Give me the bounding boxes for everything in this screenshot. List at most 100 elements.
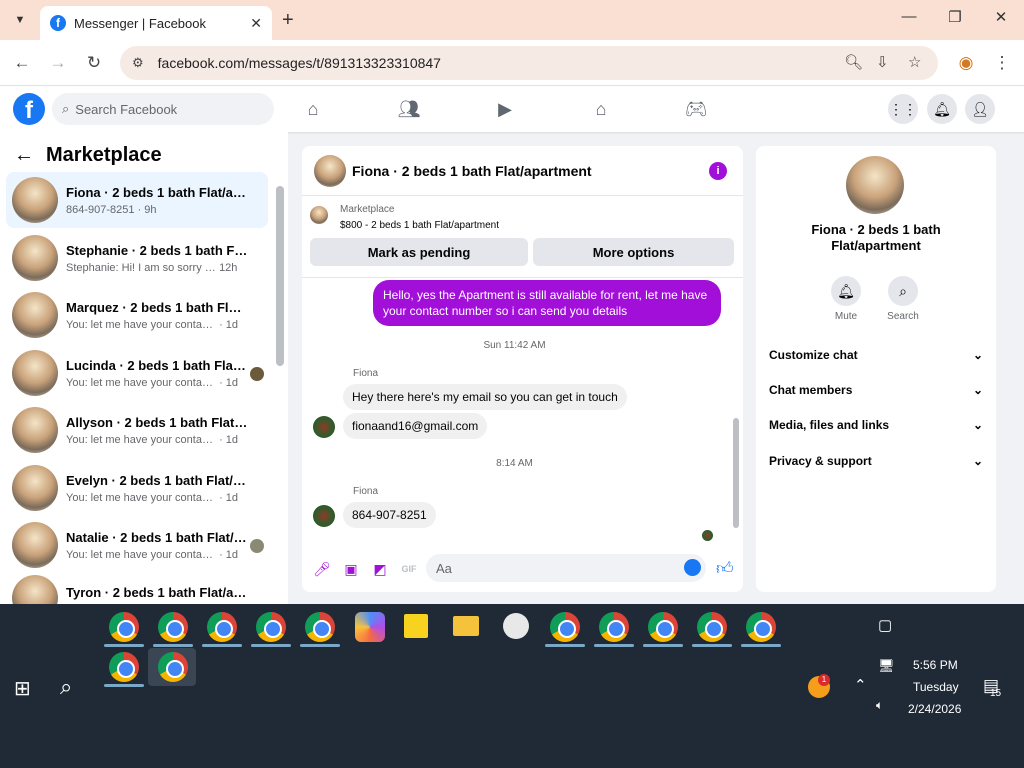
volume-icon[interactable]: 🔈︎: [876, 698, 883, 713]
facebook-logo-icon[interactable]: f: [13, 93, 45, 125]
chrome-app-icon[interactable]: [550, 612, 580, 642]
back-button[interactable]: ←: [11, 53, 33, 73]
conversation-time: · 1d: [219, 376, 239, 389]
sticky-notes-app-icon[interactable]: [404, 614, 428, 638]
sender-avatar[interactable]: [313, 416, 335, 438]
mute-button[interactable]: 🔔︎ Mute: [826, 276, 866, 322]
chrome-app-icon[interactable]: [746, 612, 776, 642]
chrome-app-icon[interactable]: [109, 612, 139, 642]
listing-title[interactable]: $800 - 2 beds 1 bath Flat/apartment: [340, 220, 499, 231]
reload-button[interactable]: ↻: [83, 53, 105, 73]
forward-button[interactable]: →: [47, 53, 69, 73]
chat-title[interactable]: Fiona · 2 beds 1 bath Flat/apartment: [352, 163, 592, 179]
copilot-app-icon[interactable]: [355, 612, 385, 642]
meet-now-icon[interactable]: ▢: [878, 616, 892, 634]
conversation-item[interactable]: Tyron · 2 beds 1 bath Flat/apart...: [6, 575, 268, 605]
running-indicator: [251, 644, 291, 647]
gif-icon[interactable]: GIF: [399, 559, 419, 579]
conversation-item[interactable]: Fiona · 2 beds 1 bath Flat/apart... 864-…: [6, 172, 268, 228]
emoji-icon[interactable]: [684, 559, 701, 576]
minimize-button[interactable]: —: [894, 8, 924, 25]
gaming-icon[interactable]: 🎮︎: [684, 97, 708, 121]
microphone-icon[interactable]: 🎤︎: [312, 559, 332, 579]
account-avatar[interactable]: 👤︎: [965, 94, 995, 124]
chrome-app-icon[interactable]: [599, 612, 629, 642]
media-files-links-item[interactable]: Media, files and links ⌄: [769, 418, 983, 432]
browser-tab[interactable]: f Messenger | Facebook ✕: [40, 6, 272, 40]
customize-chat-item[interactable]: Customize chat ⌄: [769, 348, 983, 362]
menu-grid-icon[interactable]: ⋮⋮: [888, 94, 918, 124]
back-arrow-icon[interactable]: ←: [14, 144, 34, 167]
conversation-preview: 864-907-8251: [66, 203, 135, 216]
incoming-message[interactable]: Hey there here's my email so you can get…: [343, 384, 627, 410]
info-icon[interactable]: i: [709, 162, 727, 180]
clock-day[interactable]: Tuesday: [913, 680, 959, 694]
conversation-item[interactable]: Lucinda · 2 beds 1 bath Flat/a... You: l…: [6, 345, 268, 401]
new-tab-button[interactable]: +: [282, 8, 294, 32]
conversation-item[interactable]: Allyson · 2 beds 1 bath Flat/apa... You:…: [6, 402, 268, 458]
outgoing-message[interactable]: Hello, yes the Apartment is still availa…: [373, 280, 721, 326]
conversation-item[interactable]: Natalie · 2 beds 1 bath Flat/a... You: l…: [6, 517, 268, 573]
chrome-app-icon[interactable]: [256, 612, 286, 642]
chrome-app-icon[interactable]: [207, 612, 237, 642]
photo-icon[interactable]: ▣: [341, 559, 361, 579]
clock-date[interactable]: 2/24/2026: [908, 702, 961, 716]
browser-menu-icon[interactable]: ⋮: [991, 53, 1013, 73]
file-explorer-app-icon[interactable]: [453, 616, 479, 636]
network-icon[interactable]: 🖥︎: [878, 658, 895, 674]
conversation-item[interactable]: Marquez · 2 beds 1 bath Flat/ap... You: …: [6, 287, 268, 343]
avatar[interactable]: [314, 154, 346, 187]
marketplace-icon[interactable]: ⌂: [589, 97, 613, 121]
notifications-bell-icon[interactable]: 🔔︎: [927, 94, 957, 124]
mark-as-pending-button[interactable]: Mark as pending: [310, 238, 528, 266]
home-icon[interactable]: ⌂: [301, 97, 325, 121]
install-app-icon[interactable]: ⇩: [876, 53, 889, 71]
conversation-item[interactable]: Stephanie · 2 beds 1 bath Flat/a... Step…: [6, 230, 268, 286]
video-icon[interactable]: ▶: [493, 97, 517, 121]
chrome-app-icon[interactable]: [109, 652, 139, 682]
tab-search-dropdown-icon[interactable]: ▼: [8, 8, 32, 32]
sidebar-scrollbar[interactable]: [276, 186, 284, 366]
profile-icon[interactable]: ◉: [955, 53, 977, 73]
item-label: Customize chat: [769, 348, 858, 362]
conversation-time: · 1d: [219, 318, 239, 331]
running-indicator: [643, 644, 683, 647]
search-icon[interactable]: ⌕: [60, 674, 72, 700]
incoming-message[interactable]: 864-907-8251: [343, 502, 436, 528]
chevron-down-icon: ⌄: [972, 348, 983, 362]
sender-avatar[interactable]: [313, 505, 335, 527]
like-thumbs-up-icon[interactable]: 👍︎: [716, 558, 734, 579]
more-options-button[interactable]: More options: [533, 238, 734, 266]
close-window-button[interactable]: ✕: [986, 8, 1016, 26]
zoom-icon[interactable]: 🔍︎: [844, 53, 863, 71]
chrome-app-icon[interactable]: [697, 612, 727, 642]
windows-start-icon[interactable]: ⊞: [14, 676, 31, 701]
search-conversation-button[interactable]: ⌕ Search: [883, 276, 923, 322]
url-text: facebook.com/messages/t/891313323310847: [157, 55, 441, 71]
bookmark-star-icon[interactable]: ☆: [908, 53, 921, 71]
running-indicator: [104, 684, 144, 687]
conversation-item[interactable]: Evelyn · 2 beds 1 bath Flat/apart... You…: [6, 460, 268, 516]
privacy-support-item[interactable]: Privacy & support ⌄: [769, 454, 983, 468]
restore-button[interactable]: ❐: [940, 8, 970, 26]
address-bar[interactable]: ⚙ facebook.com/messages/t/89131332331084…: [120, 46, 938, 80]
snipping-tool-app-icon[interactable]: [503, 613, 529, 639]
avatar[interactable]: [846, 156, 904, 214]
listing-thumbnail[interactable]: [310, 206, 328, 224]
site-info-icon[interactable]: ⚙: [132, 55, 144, 71]
close-tab-icon[interactable]: ✕: [250, 15, 262, 32]
facebook-search-input[interactable]: ⌕ Search Facebook: [52, 93, 274, 125]
clock-time[interactable]: 5:56 PM: [913, 658, 958, 672]
chrome-app-icon[interactable]: [158, 612, 188, 642]
show-hidden-icons-chevron-icon[interactable]: ⌃: [854, 676, 867, 694]
chrome-app-icon[interactable]: [305, 612, 335, 642]
sticker-icon[interactable]: ◩: [370, 559, 390, 579]
friends-icon[interactable]: 👥︎: [397, 97, 421, 121]
chevron-down-icon: ⌄: [972, 383, 983, 397]
chat-scrollbar[interactable]: [733, 418, 739, 528]
incoming-message[interactable]: fionaand16@gmail.com: [343, 413, 488, 439]
chrome-app-icon[interactable]: [158, 652, 188, 682]
chrome-app-icon[interactable]: [648, 612, 678, 642]
message-input[interactable]: Aa: [426, 554, 706, 582]
chat-members-item[interactable]: Chat members ⌄: [769, 383, 983, 397]
